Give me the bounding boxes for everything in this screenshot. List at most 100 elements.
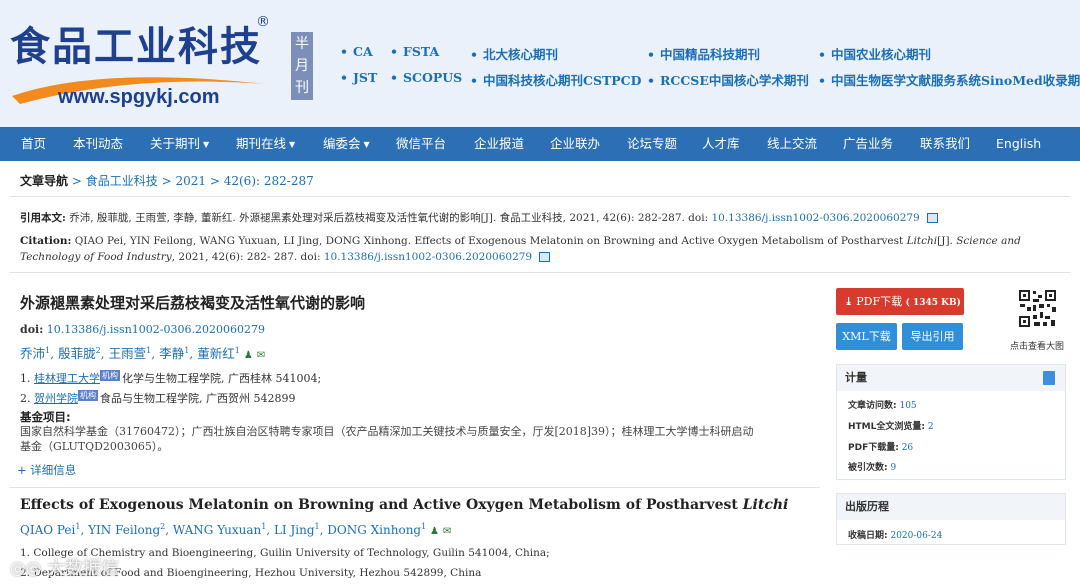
- nav-home[interactable]: 首页: [21, 127, 46, 161]
- nav-label: 线上交流: [767, 136, 818, 151]
- affil-num: 1.: [20, 372, 31, 385]
- author-link[interactable]: LI Jing1: [273, 522, 320, 537]
- author-link[interactable]: 董新红1: [197, 346, 240, 361]
- breadcrumb-separator: >: [209, 174, 220, 188]
- breadcrumb-journal[interactable]: 食品工业科技: [86, 174, 158, 188]
- institution-badge[interactable]: 机构: [78, 390, 98, 401]
- person-icon[interactable]: ♟: [430, 526, 439, 537]
- author-name: 王雨萱: [108, 346, 147, 361]
- tag-pku-core[interactable]: 北大核心期刊: [470, 44, 558, 63]
- tag-sinomed[interactable]: 中国生物医学文献服务系统SinoMed收录期刊: [818, 70, 1080, 89]
- pdf-download-button[interactable]: ⤓ PDF下载 ( 1345 KB): [836, 288, 964, 315]
- indexing-tags: CA FSTA 北大核心期刊 中国精品科技期刊 中国农业核心期刊 JST SCO…: [340, 44, 1080, 104]
- xml-download-button[interactable]: XML下载: [836, 323, 897, 350]
- fund-label: 基金项目:: [20, 410, 71, 424]
- nav-wechat[interactable]: 微信平台: [396, 127, 446, 161]
- breadcrumb-label: 文章导航: [20, 174, 69, 188]
- metric-value[interactable]: 2: [928, 422, 934, 432]
- affil-inst-link[interactable]: 贺州学院: [34, 392, 78, 405]
- watermark-text: 大数据信: [47, 558, 120, 579]
- tag-fine-journal[interactable]: 中国精品科技期刊: [647, 44, 760, 63]
- citation-en-italic: Litchi: [906, 235, 938, 247]
- author-link[interactable]: WANG Yuxuan1: [173, 522, 267, 537]
- author-name: YIN Feilong: [88, 523, 161, 537]
- metric-value[interactable]: 26: [902, 443, 913, 453]
- nav-news[interactable]: 本刊动态: [73, 127, 123, 161]
- tag-scopus[interactable]: SCOPUS: [390, 70, 462, 85]
- breadcrumb: 文章导航 > 食品工业科技 > 2021 > 42(6): 282-287: [20, 172, 314, 189]
- title-en-italic: Litchi: [742, 497, 789, 513]
- breadcrumb-year[interactable]: 2021: [175, 174, 206, 188]
- history-value: 2020-06-24: [890, 531, 943, 541]
- pdf-size: ( 1345 KB): [905, 298, 961, 308]
- citation-cn-doi-link[interactable]: 10.13386/j.issn1002-0306.2020060279: [711, 212, 919, 224]
- nav-editorial-board[interactable]: 编委会 ▼: [323, 127, 370, 161]
- doi-link[interactable]: 10.13386/j.issn1002-0306.2020060279: [47, 323, 265, 336]
- nav-enterprise-report[interactable]: 企业报道: [474, 127, 524, 161]
- author-name: 董新红: [197, 346, 235, 361]
- nav-english[interactable]: English: [996, 127, 1041, 161]
- nav-contact[interactable]: 联系我们: [920, 127, 970, 161]
- history-panel: 出版历程 收稿日期: 2020-06-24: [836, 493, 1066, 545]
- author-link[interactable]: 王雨萱1: [109, 346, 152, 361]
- tag-jst[interactable]: JST: [340, 70, 377, 85]
- metric-value[interactable]: 9: [890, 463, 896, 473]
- copy-icon[interactable]: [927, 213, 939, 223]
- institution-badge[interactable]: 机构: [100, 370, 120, 381]
- nav-forum[interactable]: 论坛专题: [627, 127, 677, 161]
- metric-views: 文章访问数: 105: [848, 398, 917, 411]
- article-doi: doi: 10.13386/j.issn1002-0306.2020060279: [20, 323, 265, 336]
- copy-icon[interactable]: [539, 252, 551, 262]
- affil-inst-link[interactable]: 桂林理工大学: [34, 372, 100, 385]
- author-link[interactable]: 李静1: [159, 346, 189, 361]
- site-header: 食品工业科技 ® www.spgykj.com 半 月 刊 CA FSTA 北大…: [0, 0, 1080, 127]
- author-link[interactable]: YIN Feilong2: [88, 522, 166, 537]
- author-name: QIAO Pei: [20, 523, 76, 537]
- metrics-panel-header: 计量: [837, 365, 1065, 391]
- email-icon[interactable]: ✉: [257, 350, 265, 361]
- tag-agri-core[interactable]: 中国农业核心期刊: [818, 44, 931, 63]
- journal-logo[interactable]: 食品工业科技 ® www.spgykj.com: [10, 14, 275, 114]
- breadcrumb-issue[interactable]: 42(6): 282-287: [224, 174, 314, 188]
- nav-about[interactable]: 关于期刊 ▼: [150, 127, 209, 161]
- metric-pdf-downloads: PDF下载量: 26: [848, 440, 913, 453]
- email-icon[interactable]: ✉: [443, 526, 451, 537]
- main-nav: 首页 本刊动态 关于期刊 ▼ 期刊在线 ▼ 编委会 ▼ 微信平台 企业报道 企业联办 …: [0, 127, 1080, 161]
- citation-en-doi-link[interactable]: 10.13386/j.issn1002-0306.2020060279: [324, 251, 532, 263]
- person-icon[interactable]: ♟: [244, 350, 253, 361]
- article-title-cn: 外源褪黑素处理对采后荔枝褐变及活性氧代谢的影响: [20, 294, 366, 312]
- author-link[interactable]: 乔沛1: [20, 346, 50, 361]
- author-name: 殷菲胧: [58, 346, 96, 361]
- tag-fsta[interactable]: FSTA: [390, 44, 439, 59]
- qr-code-icon[interactable]: [1018, 289, 1057, 328]
- document-icon[interactable]: [1043, 371, 1055, 385]
- export-citation-button[interactable]: 导出引用: [902, 323, 963, 350]
- nav-online-exchange[interactable]: 线上交流: [767, 127, 817, 161]
- citation-cn-text: 乔沛, 殷菲胧, 王雨萱, 李静, 董新红. 外源褪黑素处理对采后荔枝褐变及活性…: [69, 212, 709, 224]
- citation-cn: 引用本文: 乔沛, 殷菲胧, 王雨萱, 李静, 董新红. 外源褪黑素处理对采后荔…: [20, 210, 1070, 226]
- author-sup: 1: [261, 522, 267, 531]
- nav-enterprise-coop[interactable]: 企业联办: [550, 127, 600, 161]
- pdf-icon: ⤓: [844, 295, 854, 308]
- nav-advertising[interactable]: 广告业务: [843, 127, 893, 161]
- tag-cstpcd[interactable]: 中国科技核心期刊CSTPCD: [470, 70, 641, 89]
- author-link[interactable]: QIAO Pei1: [20, 522, 80, 537]
- author-link[interactable]: DONG Xinhong1: [327, 522, 426, 537]
- nav-online[interactable]: 期刊在线 ▼: [236, 127, 295, 161]
- metric-value[interactable]: 105: [899, 401, 916, 411]
- nav-label: 微信平台: [396, 136, 447, 151]
- nav-talent[interactable]: 人才库: [702, 127, 740, 161]
- logo-title: 食品工业科技: [10, 24, 262, 70]
- tag-rccse[interactable]: RCCSE中国核心学术期刊: [647, 70, 809, 89]
- author-link[interactable]: 殷菲胧2: [58, 346, 101, 361]
- more-info-toggle[interactable]: + 详细信息: [17, 462, 76, 478]
- qr-caption[interactable]: 点击查看大图: [1010, 339, 1064, 352]
- tag-ca[interactable]: CA: [340, 44, 373, 59]
- affiliation-cn-1: 1. 桂林理工大学 机构 化学与生物工程学院, 广西桂林 541004;: [20, 370, 321, 386]
- nav-label: 编委会: [323, 136, 361, 151]
- author-name: LI Jing: [273, 523, 315, 537]
- frequency-char: 半: [295, 36, 309, 52]
- metric-key: PDF下载量:: [848, 443, 899, 453]
- chevron-down-icon: ▼: [363, 139, 370, 149]
- author-sup: 2: [160, 522, 166, 531]
